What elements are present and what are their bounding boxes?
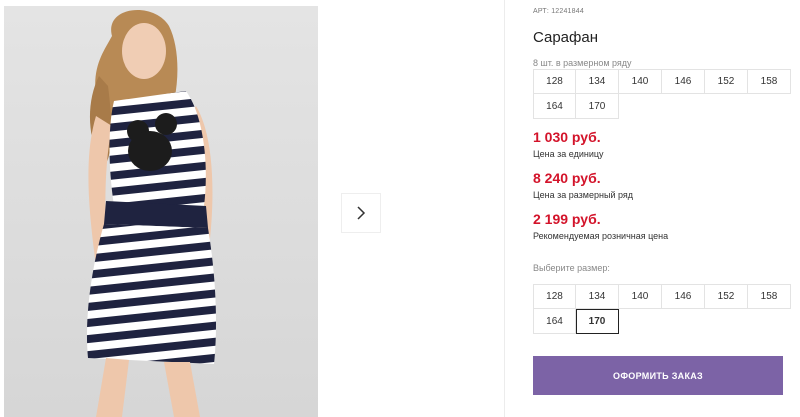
product-title: Сарафан bbox=[533, 29, 598, 46]
pack-size-cell: 128 bbox=[533, 69, 576, 94]
pack-size-cell: 140 bbox=[619, 69, 662, 94]
pack-size-cell: 170 bbox=[576, 94, 619, 119]
retail-price: 2 199 руб. bbox=[533, 211, 601, 227]
product-photo-illustration bbox=[4, 6, 318, 417]
size-option[interactable]: 140 bbox=[619, 284, 662, 309]
size-picker-label: Выберите размер: bbox=[533, 263, 610, 273]
place-order-button[interactable]: ОФОРМИТЬ ЗАКАЗ bbox=[533, 356, 783, 395]
retail-price-label: Рекомендуемая розничная цена bbox=[533, 231, 669, 241]
pack-size-cell: 152 bbox=[705, 69, 748, 94]
pack-size-cell: 134 bbox=[576, 69, 619, 94]
product-sku: АРТ: 12241844 bbox=[533, 8, 584, 15]
chevron-right-icon bbox=[357, 206, 366, 220]
size-option[interactable]: 152 bbox=[705, 284, 748, 309]
pack-price-label: Цена за размерный ряд bbox=[533, 190, 634, 200]
size-option[interactable]: 164 bbox=[533, 309, 576, 334]
product-gallery bbox=[0, 0, 505, 417]
size-option[interactable]: 134 bbox=[576, 284, 619, 309]
size-option[interactable]: 128 bbox=[533, 284, 576, 309]
pack-size-cell: 158 bbox=[748, 69, 791, 94]
size-option[interactable]: 158 bbox=[748, 284, 791, 309]
size-option[interactable]: 146 bbox=[662, 284, 705, 309]
unit-price-label: Цена за единицу bbox=[533, 149, 604, 159]
gallery-next-button[interactable] bbox=[342, 194, 380, 232]
size-option-selected[interactable]: 170 bbox=[576, 309, 619, 334]
pack-size-cell: 146 bbox=[662, 69, 705, 94]
pack-price: 8 240 руб. bbox=[533, 170, 601, 186]
product-photo[interactable] bbox=[4, 6, 318, 417]
pack-size-cell: 164 bbox=[533, 94, 576, 119]
pack-note: 8 шт. в размерном ряду bbox=[533, 58, 632, 68]
size-picker-grid: 128 134 140 146 152 158 164 170 bbox=[533, 284, 791, 334]
pack-size-grid: 128 134 140 146 152 158 164 170 bbox=[533, 69, 791, 119]
unit-price: 1 030 руб. bbox=[533, 129, 601, 145]
